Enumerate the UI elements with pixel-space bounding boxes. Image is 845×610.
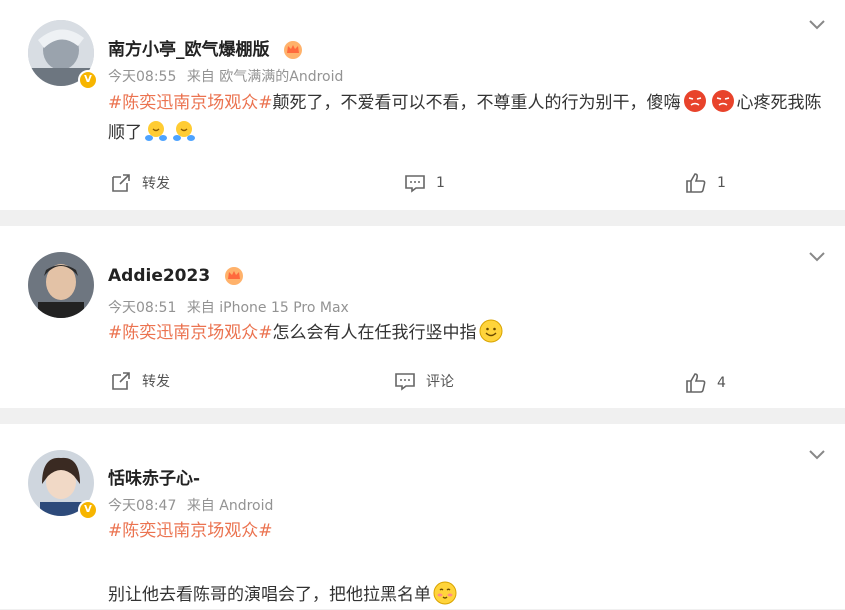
angry-emoji-icon <box>711 90 734 112</box>
repost-button[interactable]: 转发 <box>110 370 170 392</box>
post-content: #陈奕迅南京场观众#怎么会有人在任我行竖中指 <box>108 318 828 348</box>
avatar[interactable] <box>28 252 94 318</box>
hashtag-link[interactable]: #陈奕迅南京场观众# <box>108 93 273 113</box>
angry-emoji-icon <box>683 90 706 112</box>
hashtag-link[interactable]: #陈奕迅南京场观众# <box>108 323 273 343</box>
verified-badge-icon: V <box>78 70 98 90</box>
username[interactable]: 恬味赤子心- <box>108 464 200 489</box>
chevron-down-icon[interactable] <box>807 448 827 462</box>
chevron-down-icon[interactable] <box>807 250 827 264</box>
post-content: #陈奕迅南京场观众#颠死了，不爱看可以不看，不尊重人的行为别干，傻嗨 心疼死我陈顺… <box>108 88 828 148</box>
username[interactable]: 南方小亭_欧气爆棚版 <box>108 35 303 60</box>
post-card: Addie2023 今天08:51 来自 iPhone 15 Pro Max #… <box>0 226 845 408</box>
verified-badge-icon: V <box>78 500 98 520</box>
comment-button[interactable]: 评论 <box>394 370 454 392</box>
hug-emoji-icon <box>173 121 195 141</box>
repost-icon <box>112 372 130 390</box>
like-icon <box>686 173 706 193</box>
hug-emoji-icon <box>145 121 167 141</box>
comment-icon <box>405 175 425 193</box>
post-meta: 今天08:55 来自 欧气满满的Android <box>108 66 349 86</box>
post-source: 来自 欧气满满的Android <box>186 69 344 85</box>
comment-button[interactable]: 1 <box>404 172 445 194</box>
like-button[interactable]: 4 <box>685 372 726 394</box>
comment-icon <box>395 373 415 391</box>
post-time: 今天08:47 <box>108 498 177 514</box>
hashtag-link[interactable]: #陈奕迅南京场观众# <box>108 521 273 541</box>
post-source: 来自 iPhone 15 Pro Max <box>186 300 349 316</box>
username[interactable]: Addie2023 <box>108 266 244 286</box>
post-content: 别让他去看陈哥的演唱会了，把他拉黑名单 <box>108 580 828 610</box>
crown-icon <box>225 267 244 285</box>
smile-emoji-icon <box>479 319 502 343</box>
post-meta: 今天08:51 来自 iPhone 15 Pro Max <box>108 297 355 317</box>
post-card: V 恬味赤子心- 今天08:47 来自 Android #陈奕迅南京场观众# 别… <box>0 424 845 609</box>
post-time: 今天08:51 <box>108 300 177 316</box>
post-meta: 今天08:47 来自 Android <box>108 495 279 515</box>
crown-icon <box>284 41 303 59</box>
shy-emoji-icon <box>433 581 457 605</box>
repost-button[interactable]: 转发 <box>110 172 170 194</box>
post-card: V 南方小亭_欧气爆棚版 今天08:55 来自 欧气满满的Android #陈奕… <box>0 0 845 210</box>
repost-icon <box>112 174 130 192</box>
post-time: 今天08:55 <box>108 69 177 85</box>
post-source: 来自 Android <box>186 498 274 514</box>
like-icon <box>686 373 706 393</box>
chevron-down-icon[interactable] <box>807 18 827 32</box>
post-hashtag-line: #陈奕迅南京场观众# <box>108 516 828 546</box>
like-button[interactable]: 1 <box>685 172 726 194</box>
